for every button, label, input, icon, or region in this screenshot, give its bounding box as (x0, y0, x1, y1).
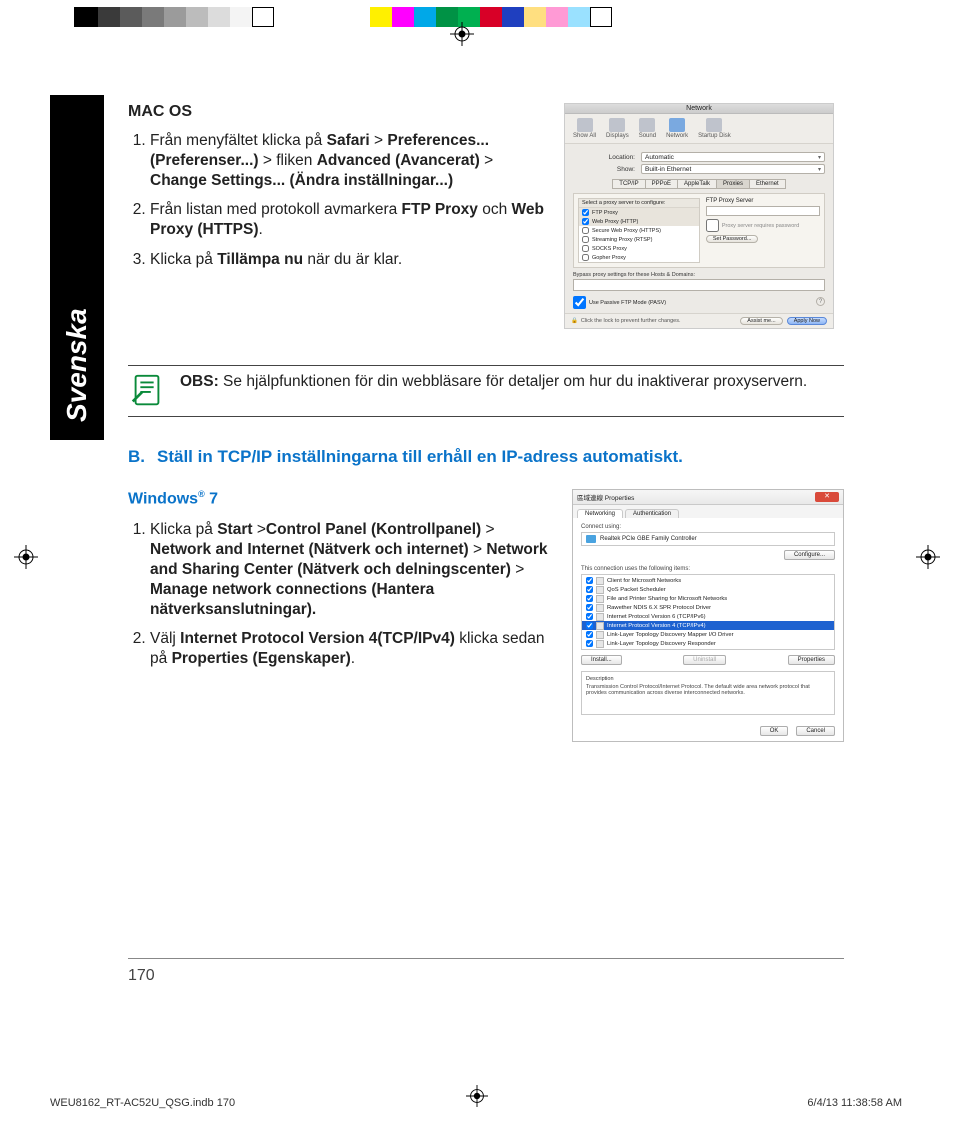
list-item[interactable]: Rawether NDIS 6.X SPR Protocol Driver (582, 603, 834, 612)
connection-items-list: Client for Microsoft Networks QoS Packet… (581, 574, 835, 650)
location-select[interactable]: Automatic (641, 152, 825, 162)
list-item: Klicka på Tillämpa nu när du är klar. (150, 250, 548, 270)
macos-steps: Från menyfältet klicka på Safari > Prefe… (128, 131, 548, 270)
list-item: Från listan med protokoll avmarkera FTP … (150, 200, 548, 240)
properties-button[interactable]: Properties (788, 655, 835, 665)
assist-button[interactable]: Assist me... (740, 317, 782, 325)
set-password-button[interactable]: Set Password... (706, 235, 759, 243)
print-color-bar (74, 7, 612, 27)
pasv-checkbox[interactable] (573, 296, 586, 309)
registration-mark-icon (450, 22, 474, 46)
bypass-input[interactable] (573, 279, 825, 291)
windows-heading: Windows® 7 (128, 489, 556, 508)
show-select[interactable]: Built-in Ethernet (641, 164, 825, 174)
tab-networking[interactable]: Networking (577, 509, 623, 518)
requires-password-checkbox[interactable] (706, 219, 719, 232)
macos-heading: MAC OS (128, 103, 548, 121)
list-item-selected[interactable]: Internet Protocol Version 4 (TCP/IPv4) (582, 621, 834, 630)
list-item[interactable]: File and Printer Sharing for Microsoft N… (582, 594, 834, 603)
macos-network-screenshot: Network Show All Displays Sound Network … (564, 103, 834, 329)
help-icon[interactable]: ? (816, 297, 825, 306)
list-item: Välj Internet Protocol Version 4(TCP/IPv… (150, 629, 556, 669)
adapter-field: Realtek PCIe GBE Family Controller (581, 532, 835, 546)
note-icon (128, 372, 166, 410)
section-b-heading: B. Ställ in TCP/IP inställningarna till … (128, 447, 844, 467)
proxy-server-input[interactable] (706, 206, 820, 216)
note-box: OBS: Se hjälpfunktionen för din webbläsa… (128, 366, 844, 416)
mac-tabs: TCP/IPPPPoEAppleTalkProxiesEthernet (573, 179, 825, 189)
lock-icon[interactable]: 🔒Click the lock to prevent further chang… (571, 318, 681, 324)
footer-filename: WEU8162_RT-AC52U_QSG.indb 170 (50, 1097, 235, 1109)
windows-properties-screenshot: 區域連線 Properties ✕ Networking Authenticat… (572, 489, 844, 742)
proxy-row[interactable]: Web Proxy (HTTP) (579, 217, 699, 226)
windows-steps: Klicka på Start >Control Panel (Kontroll… (128, 520, 556, 669)
page-rule (128, 958, 844, 959)
mac-toolbar: Show All Displays Sound Network Startup … (565, 114, 833, 144)
list-item[interactable]: Link-Layer Topology Discovery Responder (582, 639, 834, 648)
list-item[interactable]: Internet Protocol Version 6 (TCP/IPv6) (582, 612, 834, 621)
description-box: Description Transmission Control Protoco… (581, 671, 835, 715)
proxy-row[interactable]: FTP Proxy (579, 208, 699, 217)
win-dialog-title: 區域連線 Properties (577, 492, 634, 502)
install-button[interactable]: Install... (581, 655, 622, 665)
registration-mark-icon (14, 545, 38, 569)
page-number: 170 (128, 967, 155, 985)
list-item: Från menyfältet klicka på Safari > Prefe… (150, 131, 548, 190)
divider (128, 416, 844, 417)
ftp-proxy-checkbox[interactable] (582, 209, 589, 216)
web-proxy-checkbox[interactable] (582, 218, 589, 225)
apply-now-button[interactable]: Apply Now (787, 317, 827, 325)
registration-mark-icon (916, 545, 940, 569)
cancel-button[interactable]: Cancel (796, 726, 835, 736)
configure-button[interactable]: Configure... (784, 550, 835, 560)
tab-authentication[interactable]: Authentication (625, 509, 679, 518)
mac-window-title: Network (565, 104, 833, 114)
proxy-row[interactable]: Streaming Proxy (RTSP) (579, 235, 699, 244)
close-icon[interactable]: ✕ (815, 492, 839, 502)
list-item[interactable]: Link-Layer Topology Discovery Mapper I/O… (582, 630, 834, 639)
registration-mark-icon (466, 1085, 488, 1107)
list-item[interactable]: Client for Microsoft Networks (582, 576, 834, 585)
proxy-row[interactable]: Gopher Proxy (579, 253, 699, 262)
list-item: Klicka på Start >Control Panel (Kontroll… (150, 520, 556, 619)
proxy-row[interactable]: Secure Web Proxy (HTTPS) (579, 226, 699, 235)
note-text: Se hjälpfunktionen för din webbläsare fö… (219, 373, 807, 390)
note-label: OBS: (180, 373, 219, 390)
nic-icon (586, 535, 596, 543)
language-tab: Svenska (50, 95, 104, 440)
ok-button[interactable]: OK (760, 726, 789, 736)
footer-timestamp: 6/4/13 11:38:58 AM (807, 1097, 902, 1109)
list-item[interactable]: QoS Packet Scheduler (582, 585, 834, 594)
proxy-row[interactable]: SOCKS Proxy (579, 244, 699, 253)
uninstall-button[interactable]: Uninstall (683, 655, 726, 665)
